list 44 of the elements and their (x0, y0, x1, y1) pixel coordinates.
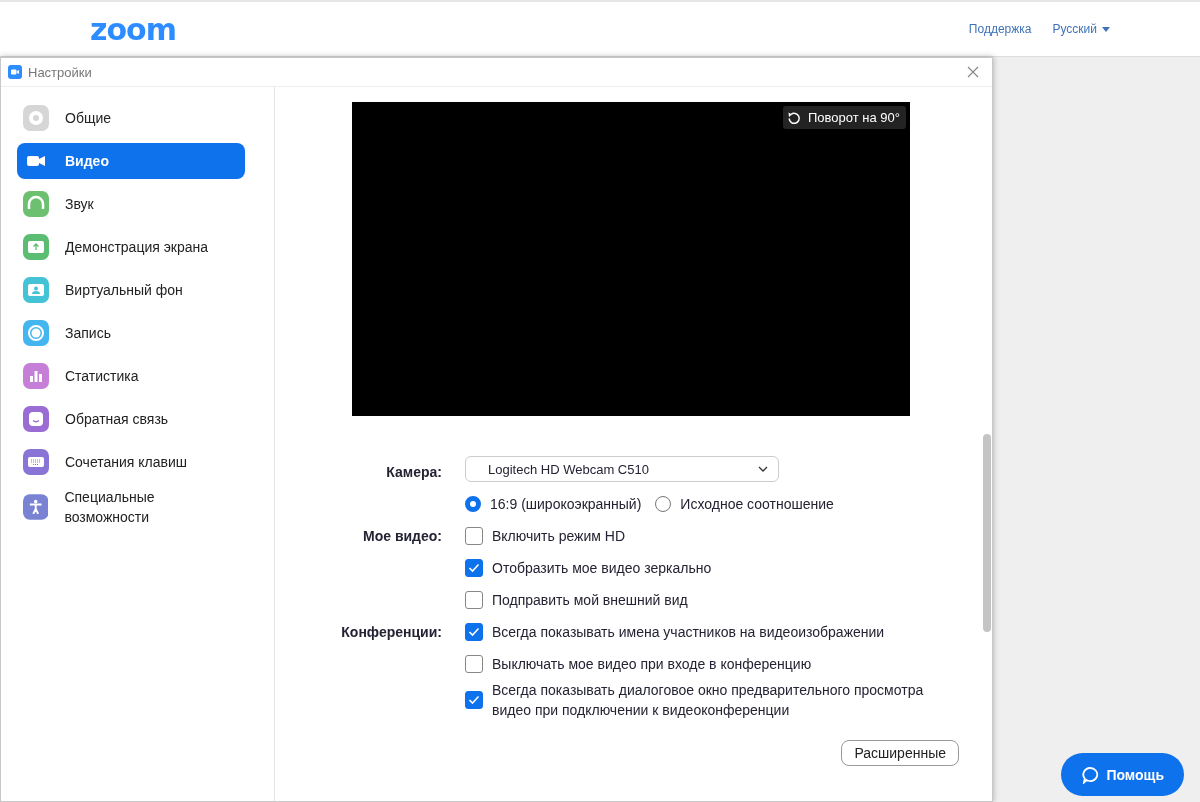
checkbox[interactable] (465, 527, 483, 545)
support-link[interactable]: Поддержка (968, 22, 1032, 36)
rotate-button[interactable]: Поворот на 90° (783, 106, 906, 129)
checkbox[interactable] (465, 655, 483, 673)
checkbox-label: Всегда показывать диалоговое окно предварительного просмотра видео при подключении к видеоконференции (492, 681, 925, 720)
checkbox[interactable] (465, 623, 483, 641)
chat-bubble-icon (1081, 765, 1100, 784)
setting-label: Конференции: (341, 624, 442, 640)
sidebar-item[interactable]: Демонстрация экрана (17, 229, 245, 265)
checkbox[interactable] (465, 591, 483, 609)
radio-option[interactable]: Исходное соотношение (655, 494, 834, 514)
sidebar-item[interactable]: Обратная связь (17, 401, 245, 437)
camera-dropdown[interactable]: Logitech HD Webcam C510 (465, 456, 779, 482)
checkbox[interactable] (465, 691, 483, 709)
setting-label: Камера: (386, 464, 442, 480)
checkbox-label: Отобразить мое видео зеркально (492, 559, 712, 578)
checkbox[interactable] (465, 559, 483, 577)
checkbox-label: Включить режим HD (492, 527, 626, 546)
advanced-button[interactable]: Расширенные (841, 740, 959, 766)
sidebar-item[interactable]: Запись (17, 315, 245, 351)
rotate-icon (787, 110, 801, 125)
close-icon[interactable] (967, 66, 979, 78)
caret-icon (1102, 26, 1110, 32)
sidebar-item[interactable]: Общие (17, 100, 245, 136)
setting-label: Мое видео: (363, 528, 442, 544)
checkmark-icon (468, 695, 480, 705)
checkmark-icon (468, 563, 480, 573)
help-button[interactable]: Помощь (1061, 753, 1184, 796)
sidebar-item[interactable]: Статистика (17, 358, 245, 394)
app-icon (8, 65, 22, 79)
sidebar-item[interactable]: Звук (17, 186, 245, 222)
sidebar-item[interactable]: Специальные возможности (17, 487, 245, 527)
sidebar-item[interactable]: Виртуальный фон (17, 272, 245, 308)
sidebar-item[interactable]: Сочетания клавиш (17, 444, 245, 480)
radio-option[interactable]: 16:9 (широкоэкранный) (465, 494, 642, 514)
checkbox-label: Подправить мой внешний вид (492, 591, 688, 610)
checkbox-label: Выключать мое видео при входе в конференцию (492, 655, 812, 674)
checkbox-label: Всегда показывать имена участников на видеоизображении (492, 623, 885, 642)
chevron-icon (758, 466, 768, 472)
language-dropdown[interactable]: Русский (1052, 22, 1110, 36)
radio-button[interactable] (465, 496, 481, 512)
window-title: Настройки (28, 64, 93, 80)
checkmark-icon (468, 627, 480, 637)
sidebar-item[interactable]: Видео (17, 143, 245, 179)
